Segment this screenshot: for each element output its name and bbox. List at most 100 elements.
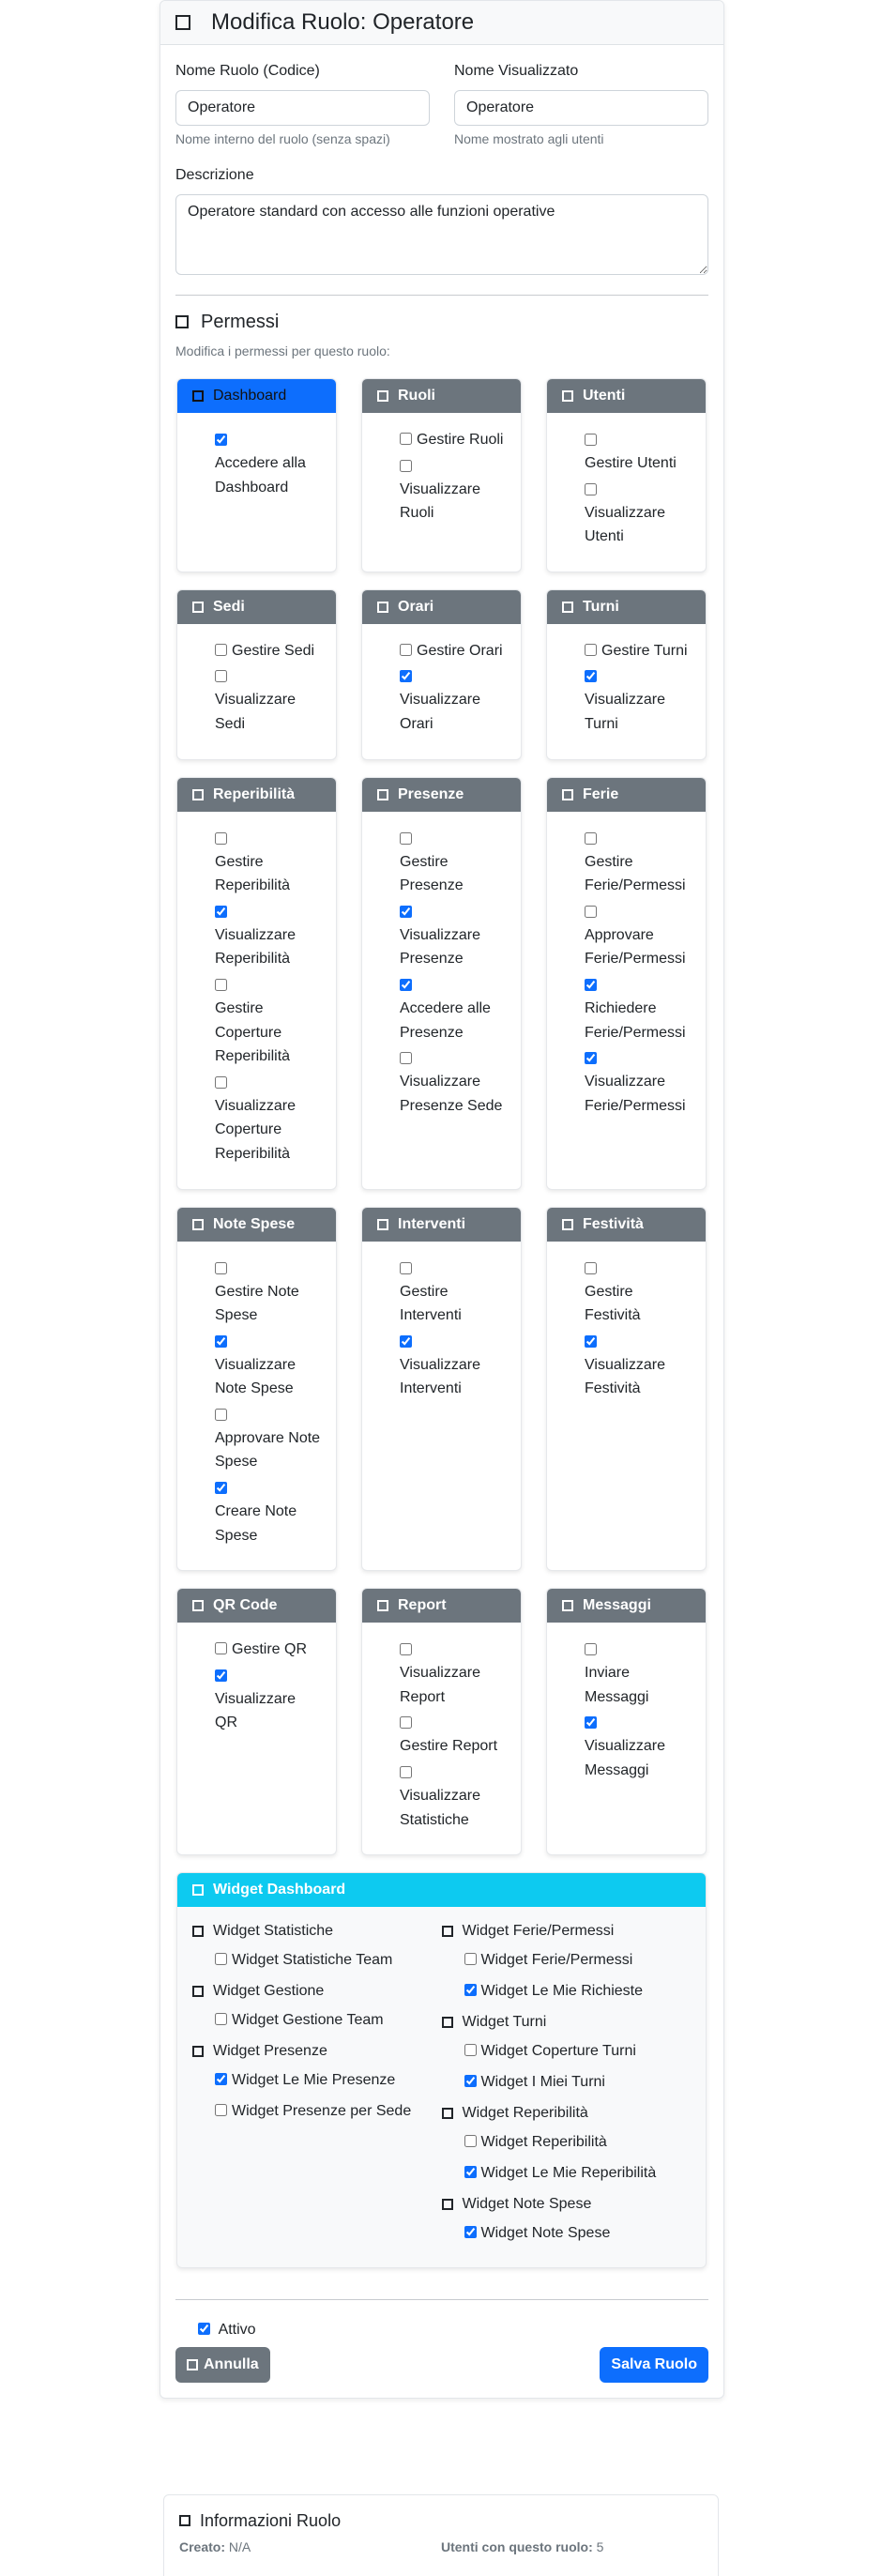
- permission-label[interactable]: Visualizzare Ferie/Permessi: [585, 1074, 686, 1114]
- widget-label[interactable]: Widget Reperibilità: [481, 2134, 607, 2150]
- permission-checkbox-visualizzare-presenze-sede[interactable]: [400, 1052, 412, 1065]
- permission-item[interactable]: Visualizzare Festività: [585, 1334, 691, 1401]
- widget-item[interactable]: Widget Note Spese: [442, 2221, 692, 2245]
- permission-checkbox-gestire-qr[interactable]: [215, 1642, 227, 1655]
- description-textarea[interactable]: Operatore standard con accesso alle funz…: [175, 194, 708, 275]
- permission-item[interactable]: Visualizzare QR: [215, 1669, 321, 1735]
- permission-item[interactable]: Gestire Reperibilità: [215, 831, 321, 898]
- permission-label[interactable]: Visualizzare Utenti: [585, 505, 665, 545]
- widget-label[interactable]: Widget Coperture Turni: [481, 2043, 636, 2059]
- permission-checkbox-gestire-reperibilita[interactable]: [215, 831, 227, 845]
- widget-checkbox-widget-statistiche-team[interactable]: [215, 1953, 227, 1966]
- permission-checkbox-visualizzare-festivita[interactable]: [585, 1334, 597, 1348]
- widget-label[interactable]: Widget Statistiche Team: [232, 1952, 392, 1968]
- widget-label[interactable]: Widget Gestione Team: [232, 2012, 384, 2028]
- widget-item[interactable]: Widget Statistiche Team: [192, 1948, 442, 1972]
- widget-checkbox-widget-le-mie-presenze[interactable]: [215, 2073, 227, 2086]
- widget-item[interactable]: Widget Le Mie Reperibilità: [442, 2161, 692, 2185]
- permission-label[interactable]: Visualizzare Note Spese: [215, 1357, 296, 1397]
- widget-item[interactable]: Widget Le Mie Presenze: [192, 2068, 442, 2092]
- widget-item[interactable]: Widget Ferie/Permessi: [442, 1948, 692, 1972]
- permission-item[interactable]: Visualizzare Turni: [585, 670, 691, 736]
- permission-checkbox-gestire-report[interactable]: [400, 1716, 412, 1730]
- permission-checkbox-accedere-alla-dashboard[interactable]: [215, 434, 227, 446]
- widget-checkbox-widget-note-spese[interactable]: [464, 2226, 477, 2239]
- permission-checkbox-gestire-utenti[interactable]: [585, 434, 597, 446]
- permission-checkbox-gestire-presenze[interactable]: [400, 831, 412, 845]
- permission-checkbox-accedere-alle-presenze[interactable]: [400, 978, 412, 991]
- permission-checkbox-gestire-ferie-permessi[interactable]: [585, 831, 597, 845]
- permission-item[interactable]: Visualizzare Ruoli: [400, 459, 506, 526]
- widget-checkbox-widget-i-miei-turni[interactable]: [464, 2075, 477, 2088]
- widget-label[interactable]: Widget Note Spese: [481, 2225, 611, 2241]
- permission-label[interactable]: Visualizzare Reperibilità: [215, 927, 296, 968]
- permission-checkbox-gestire-orari[interactable]: [400, 643, 412, 656]
- permission-item[interactable]: Gestire Note Spese: [215, 1261, 321, 1328]
- permission-label[interactable]: Gestire Utenti: [585, 455, 677, 471]
- permission-checkbox-gestire-festivita[interactable]: [585, 1261, 597, 1274]
- permission-item[interactable]: Visualizzare Utenti: [585, 482, 691, 549]
- widget-label[interactable]: Widget Le Mie Reperibilità: [481, 2165, 657, 2181]
- permission-label[interactable]: Visualizzare Presenze Sede: [400, 1074, 502, 1114]
- permission-item[interactable]: Gestire Turni: [585, 639, 691, 663]
- permission-checkbox-visualizzare-messaggi[interactable]: [585, 1716, 597, 1730]
- permission-label[interactable]: Gestire Sedi: [232, 643, 314, 659]
- permission-item[interactable]: Visualizzare Coperture Reperibilità: [215, 1075, 321, 1166]
- permission-label[interactable]: Gestire Orari: [417, 643, 503, 659]
- permission-item[interactable]: Creare Note Spese: [215, 1482, 321, 1547]
- permission-label[interactable]: Visualizzare Orari: [400, 692, 480, 732]
- permission-item[interactable]: Visualizzare Report: [400, 1643, 506, 1709]
- permission-label[interactable]: Accedere alla Dashboard: [215, 455, 306, 495]
- permission-label[interactable]: Visualizzare Sedi: [215, 692, 296, 732]
- permission-label[interactable]: Gestire QR: [232, 1641, 307, 1657]
- permission-item[interactable]: Visualizzare Reperibilità: [215, 905, 321, 971]
- widget-checkbox-widget-presenze-per-sede[interactable]: [215, 2104, 227, 2117]
- active-toggle[interactable]: Attivo: [175, 2319, 708, 2341]
- permission-item[interactable]: Gestire Ruoli: [400, 428, 506, 452]
- cancel-button[interactable]: Annulla: [175, 2347, 270, 2384]
- permission-item[interactable]: Approvare Note Spese: [215, 1408, 321, 1474]
- permission-label[interactable]: Visualizzare Statistiche: [400, 1788, 480, 1828]
- permission-checkbox-visualizzare-coperture-reperibilita[interactable]: [215, 1075, 227, 1089]
- permission-checkbox-visualizzare-qr[interactable]: [215, 1669, 227, 1682]
- permission-item[interactable]: Gestire Festività: [585, 1261, 691, 1328]
- permission-item[interactable]: Visualizzare Statistiche: [400, 1766, 506, 1832]
- display-name-input[interactable]: [454, 90, 708, 126]
- permission-label[interactable]: Visualizzare Interventi: [400, 1357, 480, 1397]
- permission-label[interactable]: Gestire Ruoli: [417, 432, 503, 448]
- permission-checkbox-visualizzare-ferie-permessi[interactable]: [585, 1052, 597, 1065]
- widget-label[interactable]: Widget Presenze per Sede: [232, 2103, 411, 2119]
- permission-label[interactable]: Visualizzare Coperture Reperibilità: [215, 1098, 296, 1162]
- permission-label[interactable]: Approvare Note Spese: [215, 1430, 320, 1471]
- permission-checkbox-approvare-note-spese[interactable]: [215, 1408, 227, 1421]
- widget-item[interactable]: Widget Presenze per Sede: [192, 2099, 442, 2123]
- permission-label[interactable]: Inviare Messaggi: [585, 1665, 648, 1705]
- permission-checkbox-visualizzare-sedi[interactable]: [215, 670, 227, 683]
- permission-checkbox-visualizzare-note-spese[interactable]: [215, 1334, 227, 1348]
- role-code-input[interactable]: [175, 90, 430, 126]
- permission-item[interactable]: Richiedere Ferie/Permessi: [585, 978, 691, 1044]
- permission-item[interactable]: Visualizzare Note Spese: [215, 1334, 321, 1401]
- permission-label[interactable]: Gestire Note Spese: [215, 1284, 299, 1324]
- permission-label[interactable]: Gestire Reperibilità: [215, 854, 290, 894]
- permission-item[interactable]: Gestire Orari: [400, 639, 506, 663]
- widget-label[interactable]: Widget Le Mie Presenze: [232, 2072, 395, 2088]
- permission-item[interactable]: Gestire Ferie/Permessi: [585, 831, 691, 898]
- permission-item[interactable]: Visualizzare Orari: [400, 670, 506, 736]
- permission-label[interactable]: Visualizzare Festività: [585, 1357, 665, 1397]
- permission-item[interactable]: Gestire Sedi: [215, 639, 321, 663]
- widget-label[interactable]: Widget Ferie/Permessi: [481, 1952, 633, 1968]
- widget-label[interactable]: Widget Le Mie Richieste: [481, 1983, 644, 1999]
- permission-label[interactable]: Approvare Ferie/Permessi: [585, 927, 686, 968]
- permission-label[interactable]: Gestire Ferie/Permessi: [585, 854, 686, 894]
- widget-item[interactable]: Widget Gestione Team: [192, 2008, 442, 2032]
- permission-checkbox-visualizzare-report[interactable]: [400, 1643, 412, 1656]
- permission-label[interactable]: Gestire Presenze: [400, 854, 464, 894]
- permission-item[interactable]: Gestire Presenze: [400, 831, 506, 898]
- permission-checkbox-richiedere-ferie-permessi[interactable]: [585, 978, 597, 991]
- permission-item[interactable]: Visualizzare Ferie/Permessi: [585, 1052, 691, 1118]
- permission-checkbox-visualizzare-ruoli[interactable]: [400, 459, 412, 472]
- permission-checkbox-visualizzare-utenti[interactable]: [585, 482, 597, 495]
- permission-item[interactable]: Visualizzare Messaggi: [585, 1716, 691, 1782]
- widget-item[interactable]: Widget I Miei Turni: [442, 2070, 692, 2094]
